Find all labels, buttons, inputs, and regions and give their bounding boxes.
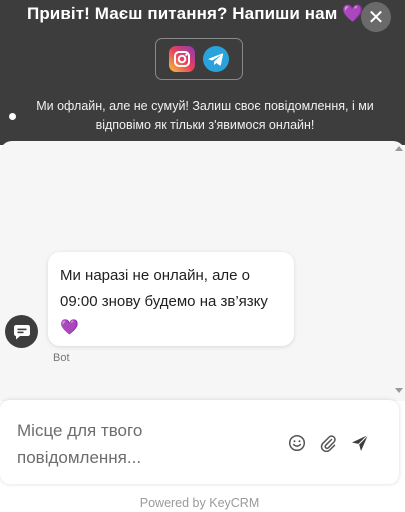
message-sender: Bot — [53, 352, 70, 364]
scroll-down-arrow[interactable] — [395, 388, 403, 393]
scroll-up-arrow[interactable] — [395, 146, 403, 151]
message-input[interactable]: Місце для твого повідомлення... — [17, 417, 257, 471]
bot-avatar — [5, 315, 38, 348]
status-dot — [9, 113, 16, 120]
header-title: Привіт! Маєш питання? Напиши нам 💜 — [27, 4, 364, 23]
powered-by-text[interactable]: Powered by KeyCRM — [0, 496, 399, 510]
send-icon[interactable] — [348, 432, 372, 454]
close-button[interactable]: ✕ — [361, 2, 391, 32]
message-composer[interactable]: Місце для твого повідомлення... — [0, 400, 399, 484]
offline-message: Ми офлайн, але не сумуй! Залиш своє пові… — [36, 99, 374, 132]
instagram-icon[interactable] — [169, 46, 195, 72]
chat-bubble-icon — [13, 324, 30, 339]
attachment-icon[interactable] — [317, 432, 339, 454]
telegram-icon[interactable] — [203, 46, 229, 72]
social-links — [155, 38, 243, 80]
message-bubble: Ми наразі не онлайн, але о 09:00 знову б… — [48, 252, 294, 346]
emoji-icon[interactable] — [286, 432, 308, 454]
chat-header: Привіт! Маєш питання? Напиши нам 💜 ✕ Ми … — [0, 0, 405, 145]
